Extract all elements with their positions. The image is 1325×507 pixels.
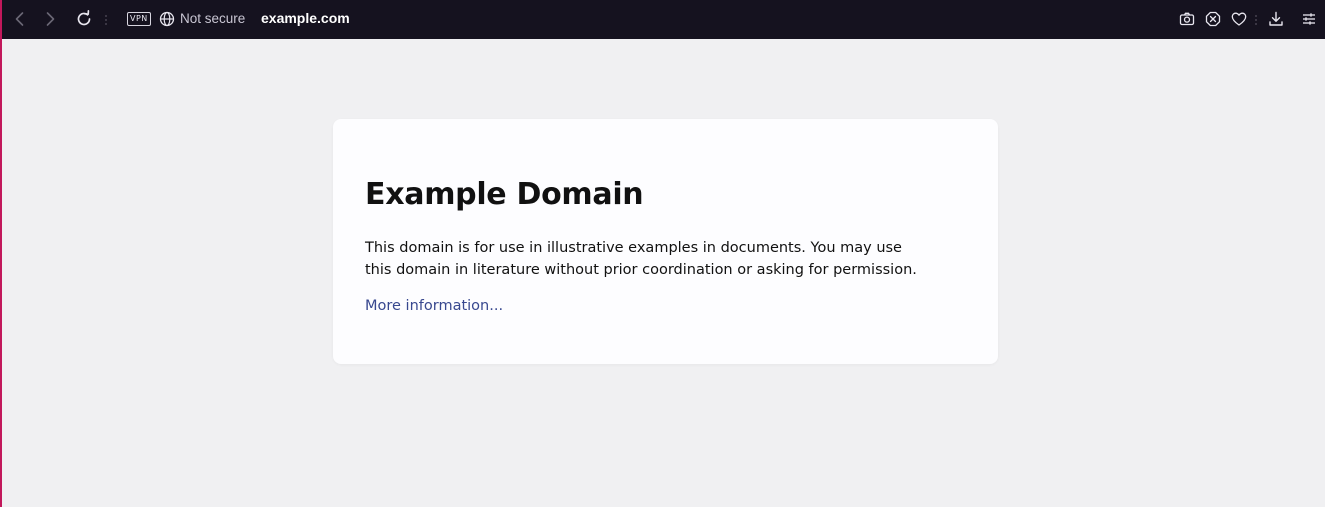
back-arrow-icon[interactable] bbox=[10, 9, 30, 29]
ad-block-icon[interactable] bbox=[1204, 10, 1222, 28]
snapshot-camera-icon[interactable] bbox=[1178, 10, 1196, 28]
heart-icon[interactable] bbox=[1230, 10, 1248, 28]
page-title: Example Domain bbox=[365, 177, 644, 212]
more-information-link[interactable]: More information... bbox=[365, 296, 503, 316]
page-description: This domain is for use in illustrative e… bbox=[365, 240, 917, 278]
separator-dots-icon bbox=[102, 12, 110, 28]
easy-setup-icon[interactable] bbox=[1300, 10, 1318, 28]
address-bar-url[interactable]: example.com bbox=[261, 10, 350, 26]
separator-dots-icon bbox=[1252, 12, 1260, 28]
browser-window: VPN Not secure example.com Example Domai… bbox=[0, 0, 1325, 507]
globe-icon[interactable] bbox=[158, 10, 176, 28]
vpn-badge[interactable]: VPN bbox=[127, 12, 151, 26]
browser-toolbar: VPN Not secure example.com bbox=[2, 0, 1325, 39]
download-icon[interactable] bbox=[1267, 10, 1285, 28]
forward-arrow-icon[interactable] bbox=[40, 9, 60, 29]
content-card: Example Domain This domain is for use in… bbox=[333, 119, 998, 364]
security-status[interactable]: Not secure bbox=[180, 11, 245, 26]
reload-icon[interactable] bbox=[74, 9, 94, 29]
